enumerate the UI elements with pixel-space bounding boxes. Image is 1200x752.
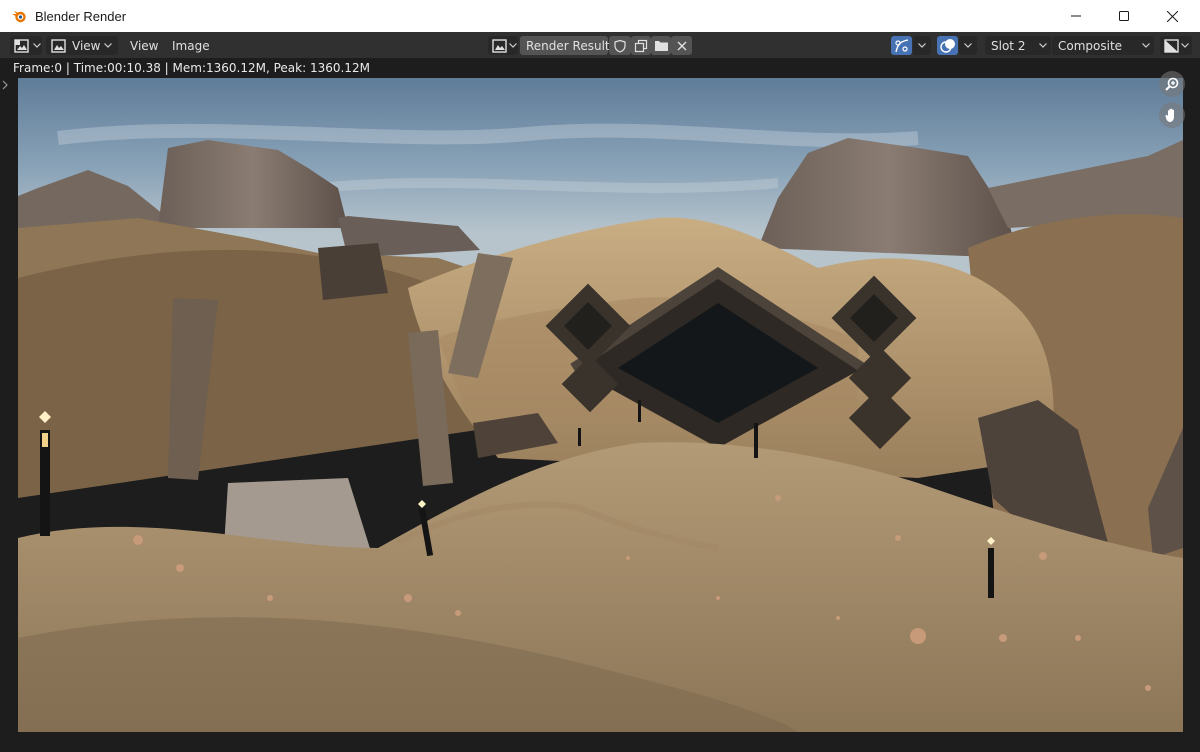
- frame-stat: Frame:0: [13, 61, 63, 75]
- image-name-field[interactable]: Render Result: [520, 36, 610, 55]
- image-view-icon: [51, 38, 66, 53]
- shield-icon: [614, 39, 626, 53]
- view-mode-label: View: [72, 38, 101, 53]
- crate: [318, 243, 388, 300]
- magnifier-plus-icon: [1165, 77, 1179, 91]
- memory-stat: Mem:1360.12M, Peak: 1360.12M: [172, 61, 370, 75]
- toolbar-expand-arrow-icon[interactable]: [1, 78, 9, 92]
- unlink-image-button[interactable]: [671, 36, 692, 55]
- stat-separator: |: [65, 61, 74, 75]
- folder-icon: [654, 41, 668, 51]
- display-channels-dropdown[interactable]: [1160, 36, 1192, 55]
- chevron-down-icon: [918, 43, 926, 48]
- chevron-down-icon: [104, 43, 113, 48]
- overlays-icon: [939, 38, 955, 53]
- image-browse-icon: [492, 38, 507, 53]
- image-editor-icon: [14, 38, 29, 53]
- overlay-options-dropdown[interactable]: [959, 36, 977, 55]
- image-editor-header: View View Image Render Result Slot 2 Com…: [0, 32, 1200, 58]
- chevron-down-icon: [33, 43, 41, 48]
- gizmo-icon: [894, 38, 908, 52]
- close-window-button[interactable]: [1149, 0, 1195, 32]
- show-overlays-toggle[interactable]: [937, 36, 958, 55]
- render-layer-dropdown[interactable]: Composite: [1052, 36, 1154, 55]
- hand-icon: [1165, 108, 1174, 122]
- duplicate-icon: [634, 39, 648, 52]
- maximize-button[interactable]: [1101, 0, 1147, 32]
- duplicate-image-button[interactable]: [631, 36, 651, 55]
- chevron-down-icon: [1181, 43, 1189, 48]
- blender-logo-icon: [12, 11, 26, 23]
- render-slot-label: Slot 2: [991, 38, 1026, 53]
- image-name-label: Render Result: [526, 38, 610, 53]
- fake-user-button[interactable]: [609, 36, 631, 55]
- zoom-view-button[interactable]: [1159, 71, 1185, 97]
- menu-view[interactable]: View: [126, 36, 162, 55]
- menu-image-label: Image: [172, 38, 210, 53]
- gizmo-options-dropdown[interactable]: [913, 36, 931, 55]
- view-mode-dropdown[interactable]: View: [46, 36, 118, 55]
- close-icon: [677, 41, 686, 50]
- chevron-down-icon: [1142, 43, 1150, 48]
- menu-image[interactable]: Image: [168, 36, 214, 55]
- stat-separator: |: [164, 61, 173, 75]
- open-image-button[interactable]: [651, 36, 671, 55]
- pan-view-button[interactable]: [1159, 102, 1185, 128]
- render-slot-dropdown[interactable]: Slot 2: [985, 36, 1051, 55]
- show-gizmo-toggle[interactable]: [891, 36, 912, 55]
- maximize-icon: [1119, 11, 1129, 21]
- window-titlebar: Blender Render: [0, 0, 1200, 32]
- close-icon: [1166, 10, 1178, 22]
- chevron-down-icon: [509, 43, 517, 48]
- minimize-icon: [1071, 15, 1081, 17]
- image-browse-button[interactable]: [488, 36, 518, 55]
- editor-type-dropdown[interactable]: [10, 36, 42, 55]
- render-result-image: [18, 78, 1183, 732]
- chevron-down-icon: [964, 43, 972, 48]
- window-title: Blender Render: [35, 8, 127, 24]
- image-viewport[interactable]: [0, 71, 1200, 752]
- render-stats-line: Frame:0 | Time:00:10.38 | Mem:1360.12M, …: [0, 58, 1200, 78]
- render-layer-label: Composite: [1058, 38, 1123, 53]
- render-scene: [18, 78, 1183, 732]
- menu-view-label: View: [130, 38, 159, 53]
- time-stat: Time:00:10.38: [73, 61, 161, 75]
- display-channels-icon: [1164, 38, 1179, 53]
- chevron-down-icon: [1039, 43, 1047, 48]
- minimize-button[interactable]: [1053, 0, 1099, 32]
